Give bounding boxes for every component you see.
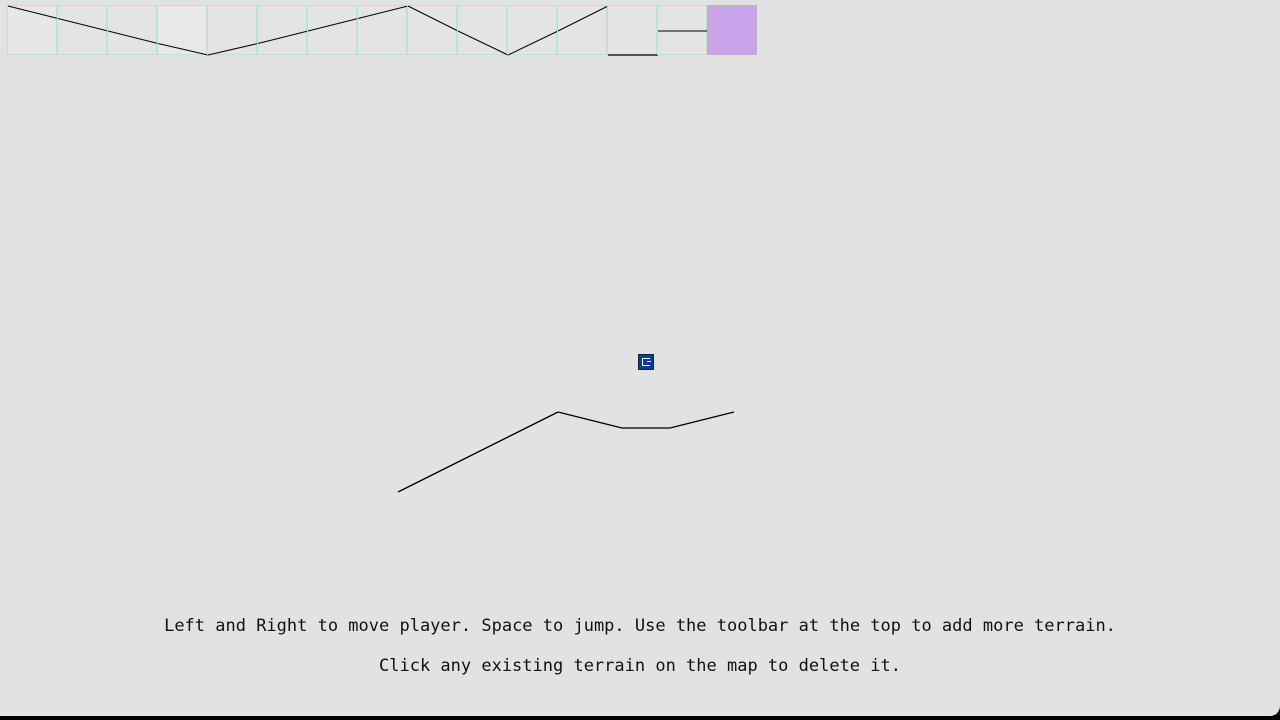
tool-flat-bottom[interactable] bbox=[607, 5, 658, 56]
slope-down-icon bbox=[107, 30, 159, 44]
player-character bbox=[638, 354, 654, 370]
tool-slope-down-right-half[interactable] bbox=[57, 5, 109, 55]
tool-slope-up-left-full[interactable] bbox=[207, 5, 259, 56]
flat-line-icon bbox=[658, 30, 708, 32]
tool-steep-up-right[interactable] bbox=[557, 5, 609, 55]
slope-down-icon bbox=[7, 5, 59, 19]
steep-up-icon bbox=[507, 30, 559, 56]
terrain-segment[interactable] bbox=[397, 411, 559, 493]
tool-steep-up-left[interactable] bbox=[507, 5, 559, 56]
tool-slope-up-right-full[interactable] bbox=[257, 5, 309, 55]
eraser-icon bbox=[708, 6, 756, 54]
player-eye-icon bbox=[642, 358, 651, 366]
terrain-segment[interactable] bbox=[557, 411, 623, 429]
tool-steep-down-left[interactable] bbox=[407, 5, 459, 55]
tool-eraser[interactable] bbox=[707, 5, 757, 55]
steep-up-icon bbox=[557, 5, 609, 32]
tool-flat-middle[interactable] bbox=[657, 5, 708, 55]
flat-line-icon bbox=[608, 54, 658, 56]
tool-slope-down-left-half[interactable] bbox=[7, 5, 59, 55]
slope-up-icon bbox=[207, 43, 259, 56]
slope-up-icon bbox=[357, 5, 409, 19]
steep-down-icon bbox=[407, 5, 459, 32]
instructions-line-2: Click any existing terrain on the map to… bbox=[379, 656, 901, 676]
tool-slope-up-right-half[interactable] bbox=[357, 5, 409, 55]
tool-slope-down-right-full[interactable] bbox=[157, 5, 209, 56]
slope-down-icon bbox=[57, 18, 109, 32]
terrain-toolbar bbox=[7, 5, 757, 56]
slope-down-icon bbox=[157, 43, 209, 56]
terrain-segment[interactable] bbox=[669, 411, 735, 429]
game-canvas[interactable]: Left and Right to move player. Space to … bbox=[0, 0, 1280, 716]
slope-up-icon bbox=[307, 18, 359, 32]
instructions-line-1: Left and Right to move player. Space to … bbox=[164, 616, 1116, 636]
tool-steep-down-right[interactable] bbox=[457, 5, 509, 56]
steep-down-icon bbox=[457, 30, 509, 56]
tool-slope-up-left-half[interactable] bbox=[307, 5, 359, 55]
slope-up-icon bbox=[257, 30, 309, 44]
tool-slope-down-left-full[interactable] bbox=[107, 5, 159, 55]
